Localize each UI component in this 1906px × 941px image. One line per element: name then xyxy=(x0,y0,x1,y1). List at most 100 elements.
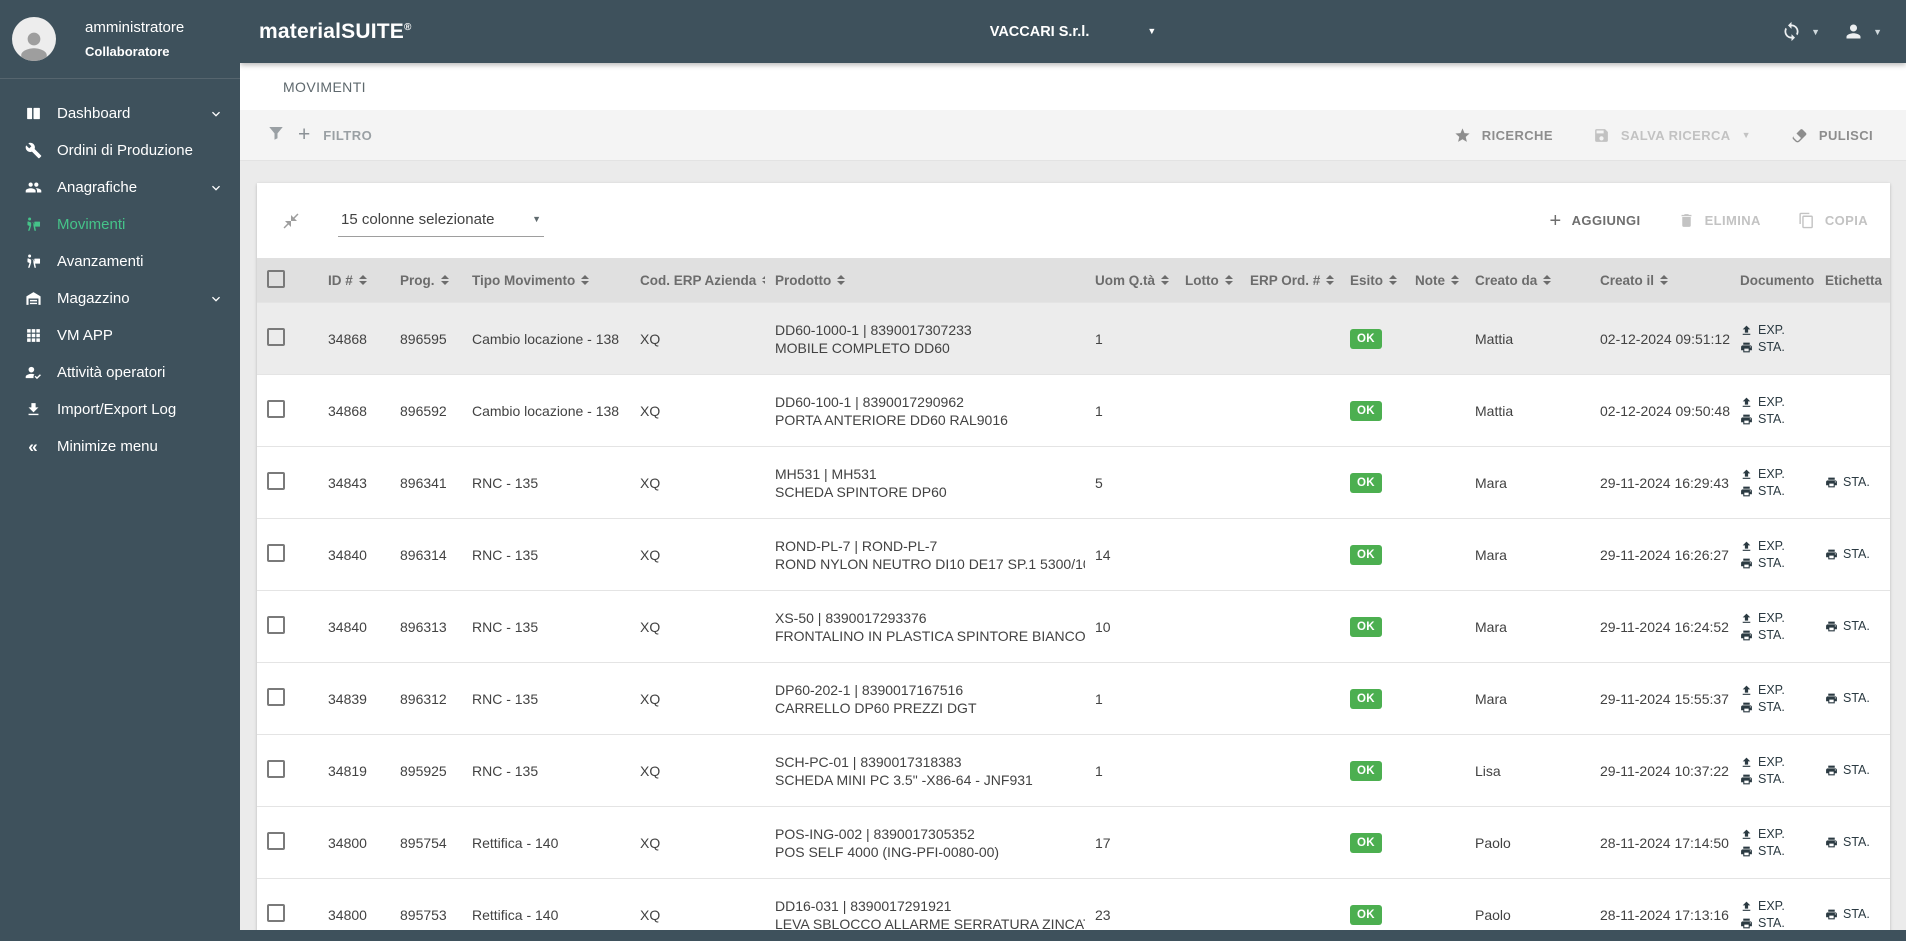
registered-mark: ® xyxy=(404,21,412,33)
column-header-id[interactable]: ID # xyxy=(318,258,390,303)
export-link[interactable]: EXP. xyxy=(1740,826,1805,843)
salva-ricerca-button[interactable]: SALVA RICERCA ▼ xyxy=(1593,127,1751,144)
column-header-creato-da[interactable]: Creato da xyxy=(1465,258,1590,303)
cell-id: 34843 xyxy=(318,446,390,519)
sidebar-item-anagrafiche[interactable]: Anagrafiche xyxy=(0,169,240,206)
sort-icon[interactable] xyxy=(1660,275,1669,286)
export-link[interactable]: EXP. xyxy=(1740,610,1805,627)
sort-icon[interactable] xyxy=(440,275,449,286)
column-header-prodotto[interactable]: Prodotto xyxy=(765,258,1085,303)
chevron-down-icon[interactable] xyxy=(208,291,224,307)
column-header-uom-q-t[interactable]: Uom Q.tà xyxy=(1085,258,1175,303)
column-header-esito[interactable]: Esito xyxy=(1340,258,1405,303)
sort-icon[interactable] xyxy=(358,275,367,286)
export-link[interactable]: EXP. xyxy=(1740,322,1805,339)
sidebar-item-movimenti[interactable]: Movimenti xyxy=(0,206,240,243)
sidebar-item-attivita-operatori[interactable]: Attività operatori xyxy=(0,354,240,391)
sort-icon[interactable] xyxy=(1224,275,1233,286)
column-header-creato-il[interactable]: Creato il xyxy=(1590,258,1730,303)
table-row[interactable]: 34840 896313 RNC - 135 XQ XS-50 | 839001… xyxy=(257,590,1890,663)
etichetta-print-link[interactable]: STA. xyxy=(1825,618,1880,635)
print-document-link[interactable]: STA. xyxy=(1740,771,1805,788)
row-checkbox[interactable] xyxy=(267,544,285,562)
sidebar-item-avanzamenti[interactable]: Avanzamenti xyxy=(0,243,240,280)
export-link[interactable]: EXP. xyxy=(1740,466,1805,483)
print-document-link[interactable]: STA. xyxy=(1740,915,1805,932)
etichetta-print-link[interactable]: STA. xyxy=(1825,474,1880,491)
sidebar-item-dashboard[interactable]: Dashboard xyxy=(0,95,240,132)
company-selector[interactable]: VACCARI S.r.l. ▼ xyxy=(990,24,1157,40)
export-link[interactable]: EXP. xyxy=(1740,898,1805,915)
pulisci-button[interactable]: PULISCI xyxy=(1791,127,1873,144)
etichetta-print-link[interactable]: STA. xyxy=(1825,906,1880,923)
row-checkbox[interactable] xyxy=(267,400,285,418)
export-link[interactable]: EXP. xyxy=(1740,394,1805,411)
table-row[interactable]: 34840 896314 RNC - 135 XQ ROND-PL-7 | RO… xyxy=(257,518,1890,591)
select-all-checkbox[interactable] xyxy=(267,269,285,288)
sync-icon[interactable] xyxy=(1781,21,1802,42)
table-row[interactable]: 34868 896595 Cambio locazione - 138 XQ D… xyxy=(257,302,1890,375)
table-row[interactable]: 34839 896312 RNC - 135 XQ DP60-202-1 | 8… xyxy=(257,662,1890,735)
sidebar-item-vm-app[interactable]: VM APP xyxy=(0,317,240,354)
column-header-note[interactable]: Note xyxy=(1405,258,1465,303)
table-row[interactable]: 34843 896341 RNC - 135 XQ MH531 | MH531 … xyxy=(257,446,1890,519)
chevron-down-icon[interactable] xyxy=(208,180,224,196)
column-header-erp-ord[interactable]: ERP Ord. # xyxy=(1240,258,1340,303)
print-document-link[interactable]: STA. xyxy=(1740,339,1805,356)
sidebar-item-magazzino[interactable]: Magazzino xyxy=(0,280,240,317)
column-header-lotto[interactable]: Lotto xyxy=(1175,258,1240,303)
sidebar-item-ordini-di-produzione[interactable]: Ordini di Produzione xyxy=(0,132,240,169)
etichetta-print-link[interactable]: STA. xyxy=(1825,546,1880,563)
row-checkbox[interactable] xyxy=(267,760,285,778)
sort-icon[interactable] xyxy=(762,275,765,286)
chevron-down-icon[interactable] xyxy=(208,106,224,122)
export-link[interactable]: EXP. xyxy=(1740,754,1805,771)
print-document-link[interactable]: STA. xyxy=(1740,843,1805,860)
export-link[interactable]: EXP. xyxy=(1740,682,1805,699)
row-checkbox[interactable] xyxy=(267,472,285,490)
column-header-cod-erp-azienda[interactable]: Cod. ERP Azienda xyxy=(630,258,765,303)
table-row[interactable]: 34819 895925 RNC - 135 XQ SCH-PC-01 | 83… xyxy=(257,734,1890,807)
filtro-button[interactable]: + FILTRO xyxy=(267,124,372,147)
etichetta-print-link[interactable]: STA. xyxy=(1825,690,1880,707)
sort-icon[interactable] xyxy=(1161,275,1170,286)
print-document-link[interactable]: STA. xyxy=(1740,411,1805,428)
cell-creato-da: Mara xyxy=(1465,518,1590,591)
sidebar-item-minimize-menu[interactable]: « Minimize menu xyxy=(0,428,240,465)
sort-icon[interactable] xyxy=(1451,275,1459,286)
sort-icon[interactable] xyxy=(837,275,846,286)
sort-icon[interactable] xyxy=(581,275,590,286)
row-checkbox[interactable] xyxy=(267,688,285,706)
etichetta-print-link[interactable]: STA. xyxy=(1825,762,1880,779)
caret-down-icon[interactable]: ▼ xyxy=(1811,27,1820,37)
row-checkbox[interactable] xyxy=(267,832,285,850)
elimina-button[interactable]: ELIMINA xyxy=(1678,212,1761,229)
print-document-link[interactable]: STA. xyxy=(1740,699,1805,716)
table-row[interactable]: 34800 895754 Rettifica - 140 XQ POS-ING-… xyxy=(257,806,1890,879)
sidebar-item-import-export-log[interactable]: Import/Export Log xyxy=(0,391,240,428)
print-document-link[interactable]: STA. xyxy=(1740,555,1805,572)
ricerche-button[interactable]: RICERCHE xyxy=(1454,127,1553,144)
print-document-link[interactable]: STA. xyxy=(1740,483,1805,500)
copia-button[interactable]: COPIA xyxy=(1798,212,1868,229)
sort-icon[interactable] xyxy=(1389,275,1398,286)
row-checkbox[interactable] xyxy=(267,616,285,634)
user-menu-icon[interactable] xyxy=(1843,21,1864,42)
sort-icon[interactable] xyxy=(1543,275,1552,286)
column-header-tipo-movimento[interactable]: Tipo Movimento xyxy=(462,258,630,303)
table-row[interactable]: 34868 896592 Cambio locazione - 138 XQ D… xyxy=(257,374,1890,447)
print-document-link[interactable]: STA. xyxy=(1740,627,1805,644)
row-checkbox[interactable] xyxy=(267,328,285,346)
caret-down-icon[interactable]: ▼ xyxy=(1873,27,1882,37)
sort-icon[interactable] xyxy=(1326,275,1335,286)
etichetta-print-link[interactable]: STA. xyxy=(1825,834,1880,851)
aggiungi-button[interactable]: + AGGIUNGI xyxy=(1550,211,1641,231)
cell-cod-erp-azienda: XQ xyxy=(630,590,765,663)
row-checkbox[interactable] xyxy=(267,904,285,922)
compress-icon[interactable] xyxy=(282,212,300,230)
column-header-prog[interactable]: Prog. xyxy=(390,258,462,303)
columns-select[interactable]: 15 colonne selezionate ▼ xyxy=(338,205,544,237)
cell-note xyxy=(1405,302,1465,375)
export-link[interactable]: EXP. xyxy=(1740,538,1805,555)
cell-erp-ord xyxy=(1240,590,1340,663)
